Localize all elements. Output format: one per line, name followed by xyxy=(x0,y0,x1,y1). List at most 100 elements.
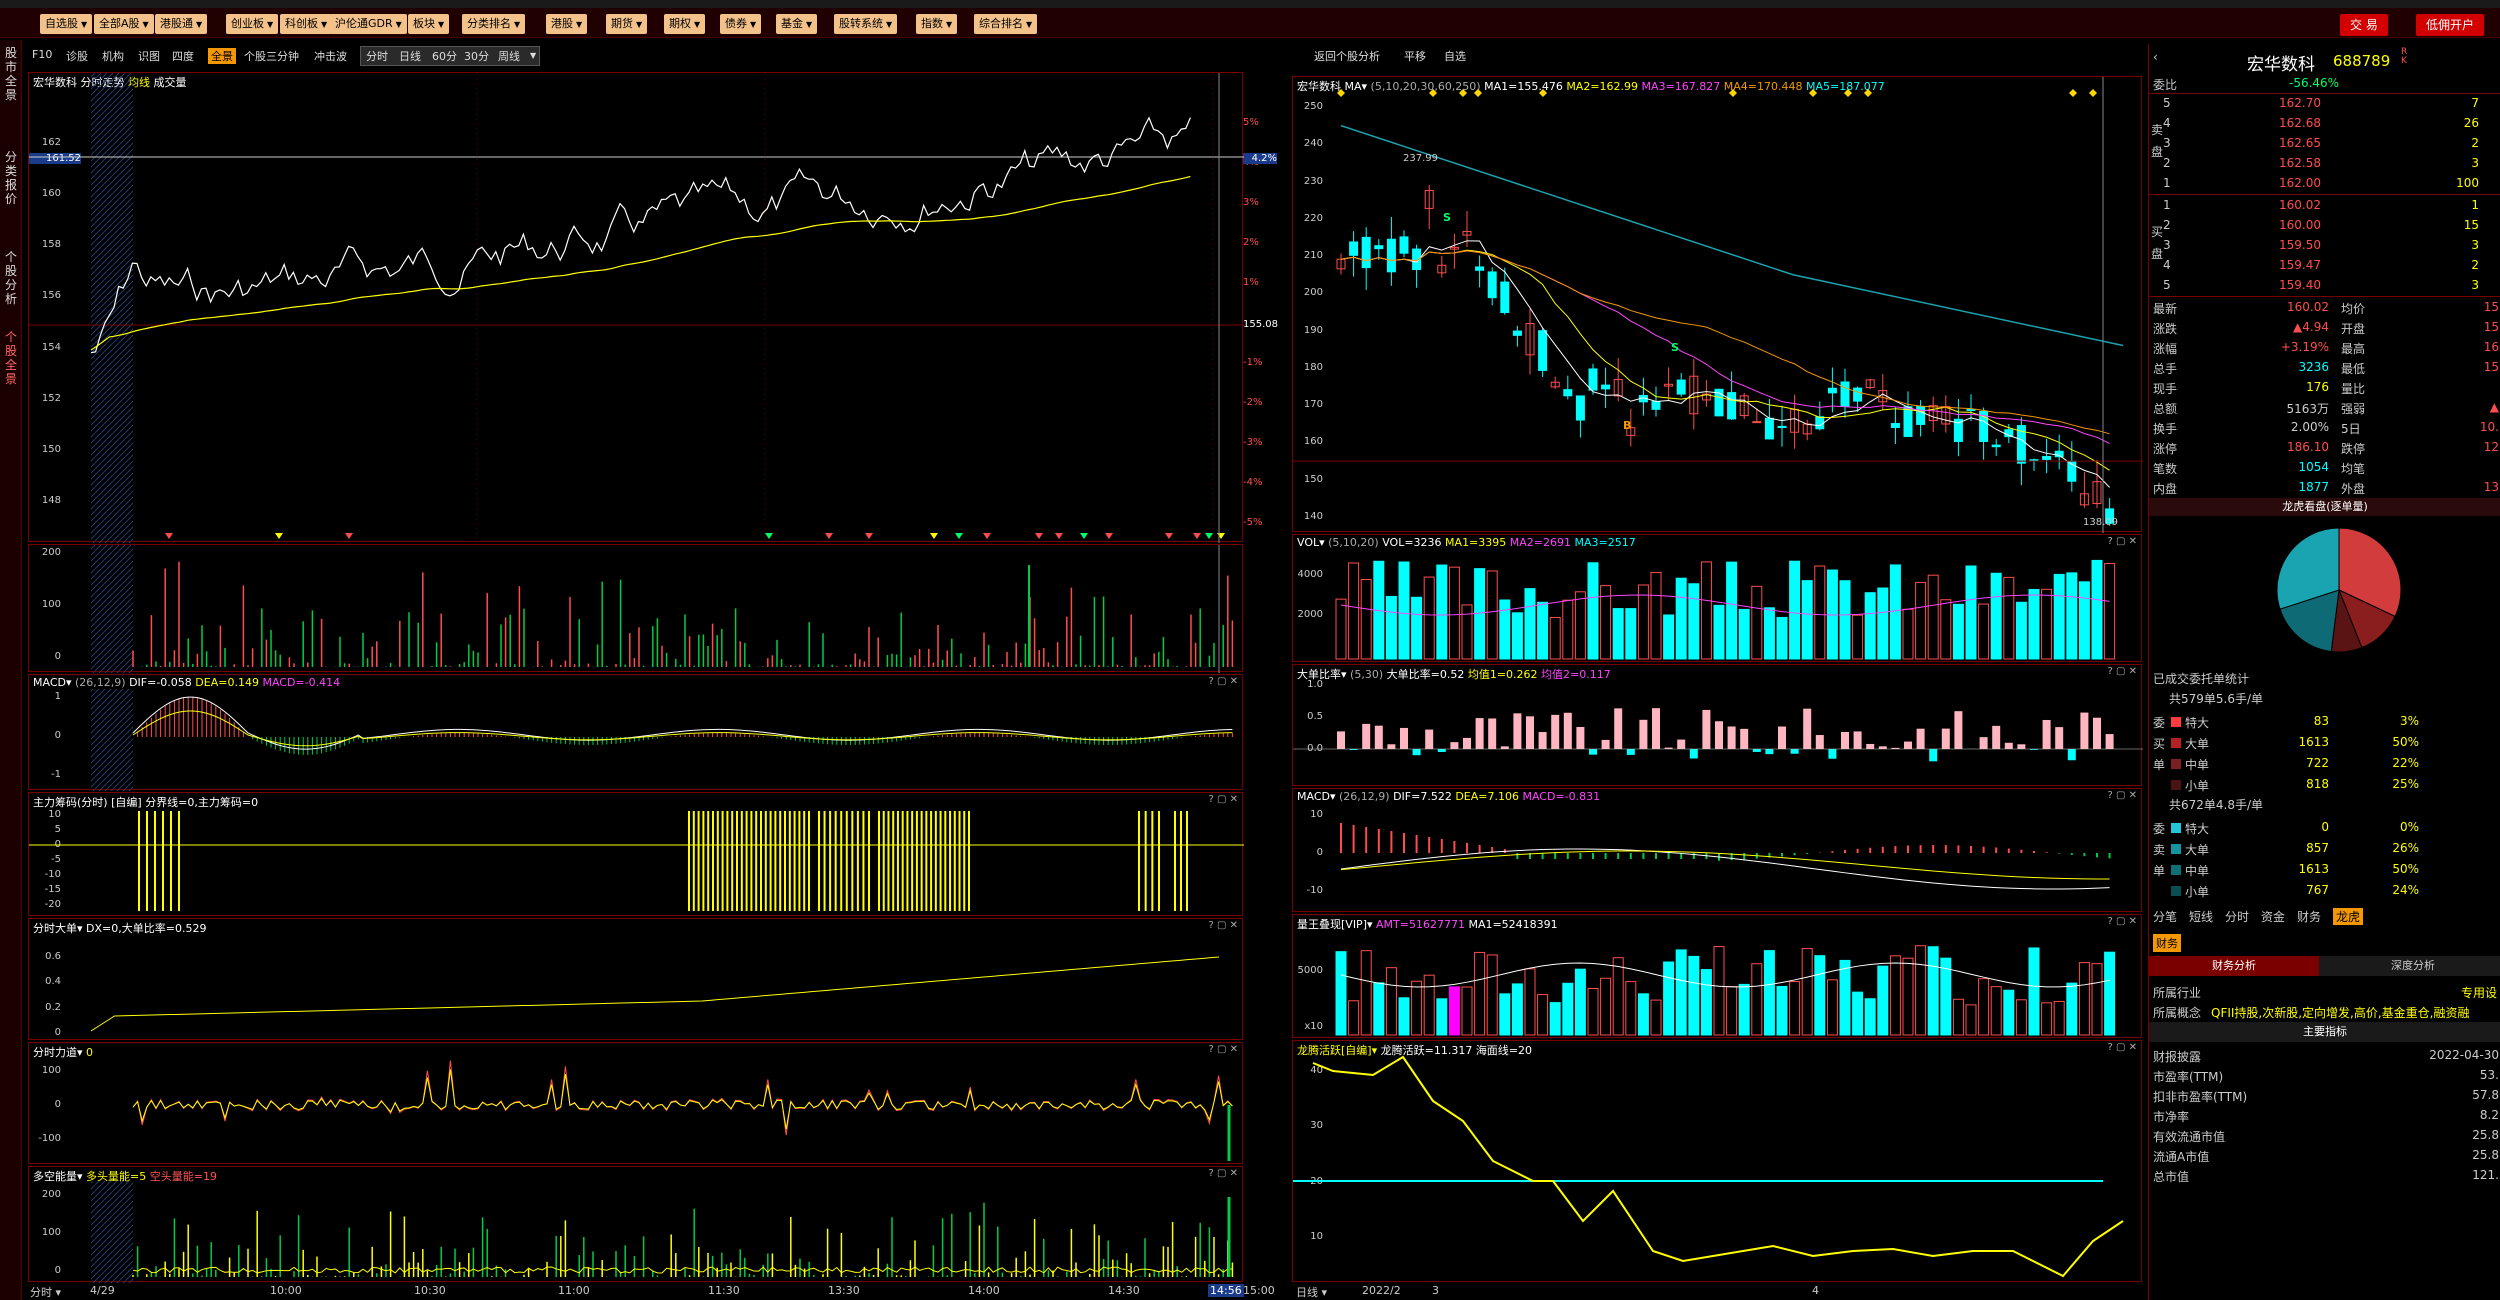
quote-tab-5[interactable]: 龙虎 xyxy=(2333,908,2364,925)
sidebar-item-market[interactable]: 股市全景 xyxy=(2,46,20,102)
menu-button-1[interactable]: 全部A股 ▼ xyxy=(94,14,154,34)
fin-row: 总市值 121. xyxy=(2149,1166,2500,1185)
side-char: 卖 xyxy=(2153,843,2166,857)
menu-button-15[interactable]: 综合排名 ▼ xyxy=(974,14,1038,34)
toolbar-item-5[interactable]: 全景 xyxy=(208,48,236,64)
toolbar-item-6[interactable]: 个股三分钟 xyxy=(244,48,299,64)
fin-tab-deep[interactable]: 深度分析 xyxy=(2325,956,2500,976)
toolbar-item-4[interactable]: 四度 xyxy=(172,48,194,64)
toolbar-item-1[interactable]: 诊股 xyxy=(66,48,88,64)
kline-x-label[interactable]: 日线 ▾ xyxy=(1296,1284,1327,1300)
menu-button-0[interactable]: 自选股 ▼ xyxy=(40,14,93,34)
buy-signal-label: B xyxy=(1623,419,1632,432)
intraday-axis-tag[interactable]: 分时 ▾ xyxy=(30,1284,61,1300)
menu-button-9[interactable]: 期货 ▼ xyxy=(606,14,648,34)
buy-level-row: 5 159.40 3 xyxy=(2149,276,2500,295)
quote-cell: 强弱 xyxy=(2341,402,2366,416)
quote-tab-3[interactable]: 资金 xyxy=(2261,908,2285,925)
toolbar-right-0[interactable]: 返回个股分析 xyxy=(1314,48,1380,64)
quote-tab-2[interactable]: 分时 xyxy=(2225,908,2249,925)
fin-tag[interactable]: 财务 xyxy=(2153,934,2181,952)
intraday-volume-svg xyxy=(91,545,1234,673)
menu-button-10[interactable]: 期权 ▼ xyxy=(664,14,706,34)
quote-cell: 2 xyxy=(2471,136,2479,150)
period-4[interactable]: 周线 xyxy=(498,48,520,64)
quote-cell: 186.10 xyxy=(2287,440,2329,454)
toolbar-right-2[interactable]: 自选 xyxy=(1444,48,1466,64)
ratio-bar xyxy=(1689,749,1698,759)
intraday-macd-panel[interactable]: MACD▾ (26,12,9) DIF=-0.058 DEA=0.149 MAC… xyxy=(28,674,1243,791)
signal-marker xyxy=(983,533,991,539)
order-count: 722 xyxy=(2306,756,2329,770)
menu-button-12[interactable]: 基金 ▼ xyxy=(776,14,818,34)
kline-macd-svg xyxy=(1340,823,2111,890)
volume-king-bar xyxy=(1335,951,1347,1036)
intraday-force-panel[interactable]: 分时力道▾ 0 ? ▢ ✕ 100 0 -100 xyxy=(28,1042,1243,1164)
toolbar-right-1[interactable]: 平移 xyxy=(1404,48,1426,64)
chevron-down-icon: ▼ xyxy=(750,20,757,29)
menu-button-8[interactable]: 港股 ▼ xyxy=(546,14,588,34)
volume-king-bar xyxy=(1927,946,1939,1036)
intraday-x-label: 10:30 xyxy=(414,1284,446,1297)
open-account-button[interactable]: 低佣开户 xyxy=(2416,14,2485,36)
period-1[interactable]: 日线 xyxy=(399,48,421,64)
menu-button-5[interactable]: 沪伦通GDR ▼ xyxy=(330,14,407,34)
kline-volume-panel[interactable]: VOL▾ (5,10,20) VOL=3236 MA1=3395 MA2=269… xyxy=(1292,534,2142,662)
toolbar-item-2[interactable]: 机构 xyxy=(102,48,124,64)
big-order-ratio-panel[interactable]: 大单比率▾ (5,30) 大单比率=0.52 均值1=0.262 均值2=0.1… xyxy=(1292,664,2143,786)
kline-macd-panel[interactable]: MACD▾ (26,12,9) DIF=7.522 DEA=7.106 MACD… xyxy=(1292,788,2142,912)
quote-tab-4[interactable]: 财务 xyxy=(2297,908,2321,925)
sidebar-item-panorama[interactable]: 个股全景 xyxy=(2,330,20,386)
event-marker-icon xyxy=(1337,89,1345,97)
fin-tabs: 财务分析 深度分析 xyxy=(2149,956,2500,976)
menu-button-6[interactable]: 板块 ▼ xyxy=(408,14,450,34)
intraday-price-panel[interactable]: 宏华数科 分时走势 均线 成交量 16216015815615415215014… xyxy=(28,72,1278,543)
quote-tab-1[interactable]: 短线 xyxy=(2189,908,2213,925)
menu-button-2[interactable]: 港股通 ▼ xyxy=(155,14,208,34)
order-type: 中单 xyxy=(2185,864,2210,878)
dif-line xyxy=(132,696,1233,750)
rk-badge[interactable]: R K xyxy=(2401,48,2409,66)
ratio-bar xyxy=(1815,735,1824,749)
back-icon[interactable]: ‹ xyxy=(2153,50,2158,64)
toolbar-item-3[interactable]: 识图 xyxy=(138,48,160,64)
intraday-x-label: 11:00 xyxy=(558,1284,590,1297)
quote-cell: 现手 xyxy=(2153,382,2178,396)
menu-button-label: 全部A股 xyxy=(99,17,140,30)
period-3[interactable]: 30分 xyxy=(464,48,489,64)
intraday-bigorder-panel[interactable]: 分时大单▾ DX=0,大单比率=0.529 ? ▢ ✕ 0.6 0.4 0.2 0 xyxy=(28,918,1243,1040)
long-short-energy-panel[interactable]: 多空能量▾ 多头量能=5 空头量能=19 ? ▢ ✕ 200 100 0 xyxy=(28,1166,1243,1283)
dragon-active-panel[interactable]: 龙腾活跃[自编]▾ 龙腾活跃=11.317 海面线=20 ? ▢ ✕ 40 30 20… xyxy=(1292,1040,2142,1282)
menu-button-3[interactable]: 创业板 ▼ xyxy=(226,14,279,34)
quote-tab-0[interactable]: 分笔 xyxy=(2153,908,2177,925)
candle-body xyxy=(1512,330,1522,336)
weibi-row: 委比 -56.46% xyxy=(2149,74,2500,93)
toolbar-item-0[interactable]: F10 xyxy=(32,48,52,61)
quote-cell: 总手 xyxy=(2153,362,2178,376)
signal-marker xyxy=(1080,533,1088,539)
candle-body xyxy=(1840,381,1850,407)
trade-button[interactable]: 交 易 xyxy=(2340,14,2388,36)
period-chevron-icon[interactable]: ▼ xyxy=(530,51,536,60)
quote-cell: 53. xyxy=(2479,1068,2499,1082)
sidebar-item-analysis[interactable]: 个股分析 xyxy=(2,250,20,306)
intraday-volume-panel[interactable]: 200 100 0 xyxy=(28,544,1243,673)
menu-button-11[interactable]: 债券 ▼ xyxy=(720,14,762,34)
ratio-bar xyxy=(1954,711,1963,749)
main-chips-panel[interactable]: 主力筹码(分时) [自编] 分界线=0,主力筹码=0 ? ▢ ✕1050-5-1… xyxy=(28,792,1244,916)
menu-button-14[interactable]: 指数 ▼ xyxy=(916,14,958,34)
menu-button-7[interactable]: 分类排名 ▼ xyxy=(462,14,526,34)
ratio-bar xyxy=(1450,742,1459,749)
intraday-macd-svg xyxy=(91,689,1233,791)
candle-body xyxy=(1538,330,1548,371)
kline-price-panel[interactable]: 宏华数科 MA▾ (5,10,20,30,60,250) MA1=155.476… xyxy=(1292,76,2143,533)
fin-tab-analysis[interactable]: 财务分析 xyxy=(2149,956,2319,976)
period-2[interactable]: 60分 xyxy=(432,48,457,64)
volume-king-panel[interactable]: 量王叠现[VIP]▾ AMT=51627771 MA1=52418391 ? ▢… xyxy=(1292,914,2142,1038)
sidebar-item-category[interactable]: 分类报价 xyxy=(2,150,20,206)
order-count: 0 xyxy=(2321,820,2329,834)
period-0[interactable]: 分时 xyxy=(366,48,388,64)
menu-button-13[interactable]: 股转系统 ▼ xyxy=(834,14,898,34)
toolbar-item-7[interactable]: 冲击波 xyxy=(314,48,347,64)
menu-button-4[interactable]: 科创板 ▼ xyxy=(280,14,333,34)
